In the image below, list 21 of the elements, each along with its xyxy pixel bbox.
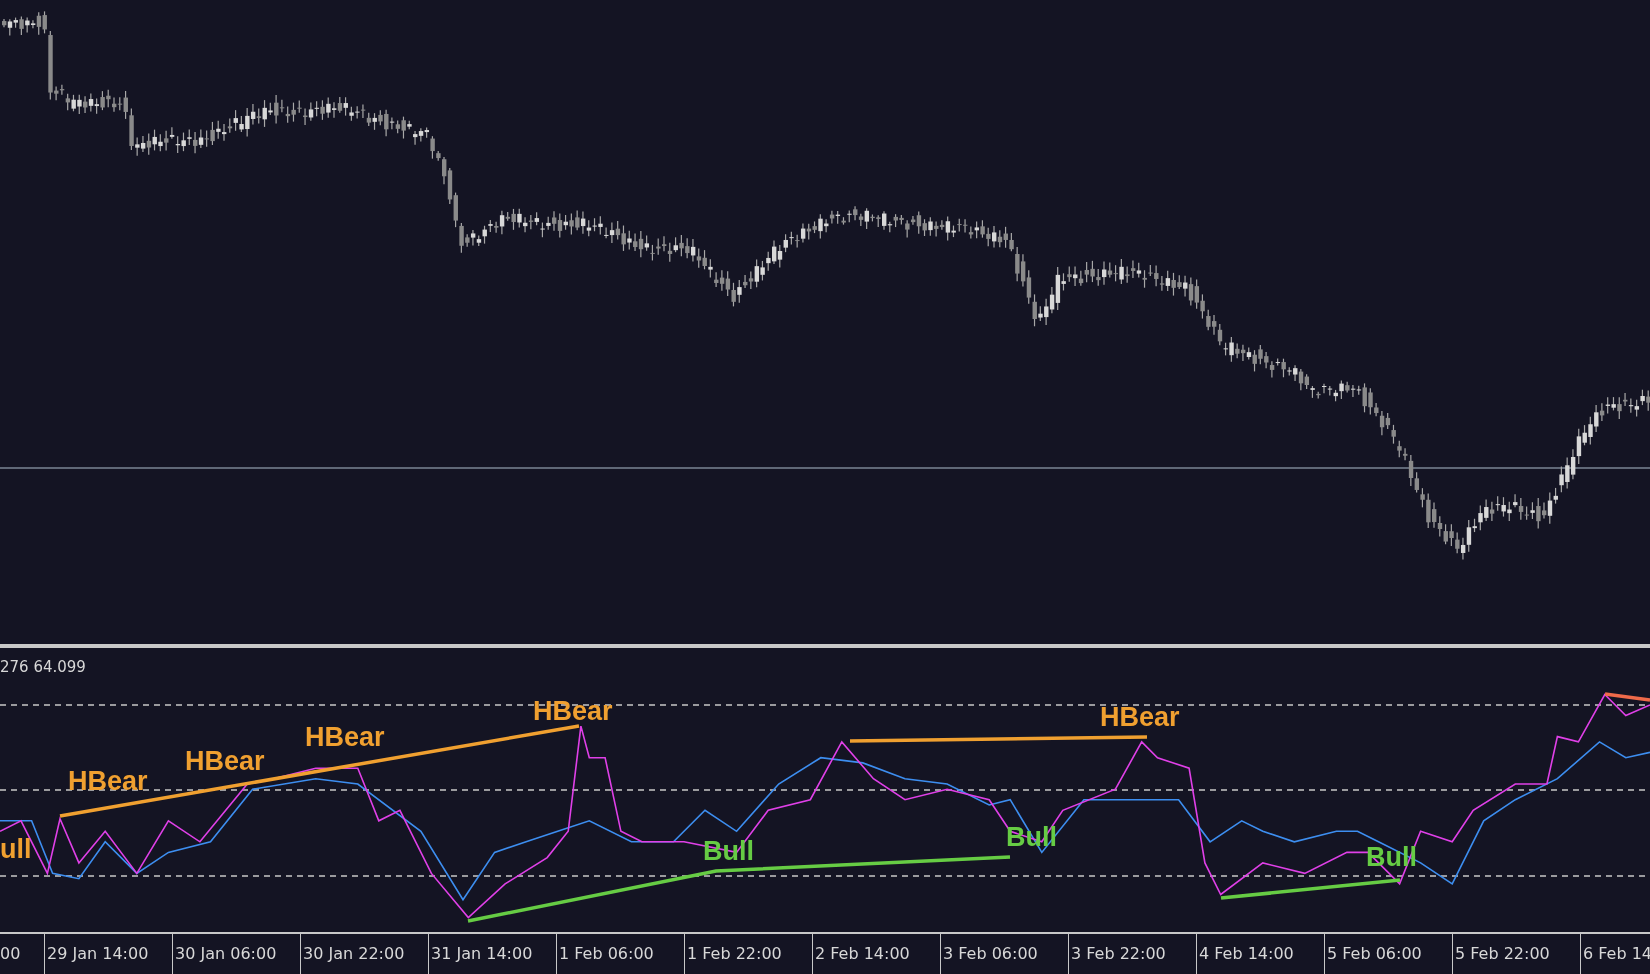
time-axis-label: 5 Feb 22:00: [1452, 934, 1580, 974]
divergence-label: HBear: [305, 724, 385, 751]
time-axis-label: 4 Feb 14:00: [1196, 934, 1324, 974]
indicator-value: 276 64.099: [0, 658, 86, 676]
time-axis-label: 1 Feb 22:00: [684, 934, 812, 974]
time-axis-label: 3 Feb 22:00: [1068, 934, 1196, 974]
time-axis-label: 31 Jan 14:00: [428, 934, 556, 974]
time-axis-label: 1 Feb 06:00: [556, 934, 684, 974]
divergence-label: HBear: [185, 748, 265, 775]
time-axis-label: 5 Feb 06:00: [1324, 934, 1452, 974]
divergence-line: [1604, 692, 1650, 702]
time-axis-label: 00: [0, 943, 22, 965]
time-axis-label: 30 Jan 22:00: [300, 934, 428, 974]
divergence-label: HBear: [1100, 704, 1180, 731]
divergence-label: HBear: [533, 698, 613, 725]
divergence-label: ull: [0, 836, 32, 863]
time-axis-label: 29 Jan 14:00: [44, 934, 172, 974]
time-axis-label: 3 Feb 06:00: [940, 934, 1068, 974]
divergence-label: HBear: [68, 768, 148, 795]
time-axis-label: 2 Feb 14:00: [812, 934, 940, 974]
time-axis-label: 30 Jan 06:00: [172, 934, 300, 974]
